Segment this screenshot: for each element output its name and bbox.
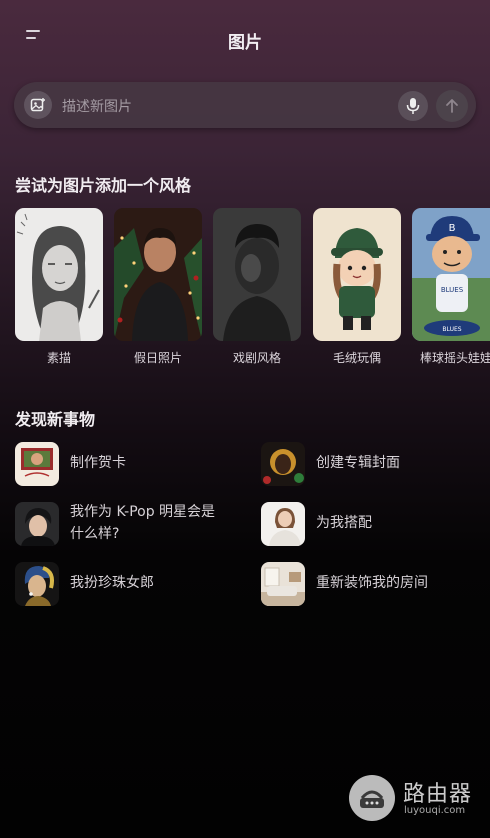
watermark-text: 路由器 <box>403 782 473 807</box>
album-cover-thumb <box>261 442 305 486</box>
discover-label-outfit: 为我搭配 <box>316 515 372 531</box>
style-card-dramatic[interactable] <box>213 208 301 341</box>
watermark: 路由器 luyouqi.com <box>349 775 477 821</box>
sketch-portrait-image <box>15 208 103 341</box>
discover-label-kpop-line2: 什么样? <box>70 526 120 542</box>
svg-text:B: B <box>449 223 456 234</box>
style-label-holiday: 假日照片 <box>133 351 182 365</box>
discover-label-greeting-card: 制作贺卡 <box>70 455 126 471</box>
discover-item-kpop[interactable]: 我作为 K-Pop 明星会是 什么样? <box>15 500 245 546</box>
pearl-earring-thumb <box>15 562 59 606</box>
greeting-card-thumb <box>15 442 59 486</box>
discover-item-redecorate[interactable]: 重新装饰我的房间 <box>261 560 476 606</box>
style-card-sketch[interactable] <box>15 208 103 341</box>
holiday-photo-image <box>114 208 202 341</box>
image-add-button[interactable] <box>24 91 52 119</box>
discover-label-redecorate: 重新装饰我的房间 <box>316 575 428 591</box>
redecorate-thumb <box>261 562 305 606</box>
discover-item-pearl-earring[interactable]: 我扮珍珠女郎 <box>15 560 245 606</box>
discover-label-album-cover: 创建专辑封面 <box>316 455 400 471</box>
style-label-sketch: 素描 <box>46 351 71 365</box>
bobblehead-image: B BLUES BLUES <box>412 208 490 341</box>
watermark-subtext: luyouqi.com <box>404 805 466 816</box>
plush-toy-image <box>313 208 401 341</box>
style-label-bobblehead: 棒球摇头娃娃 <box>420 351 490 365</box>
svg-text:BLUES: BLUES <box>442 326 461 333</box>
prompt-input[interactable]: 描述新图片 <box>62 96 132 116</box>
prompt-bar[interactable]: 描述新图片 <box>14 82 476 128</box>
send-button[interactable] <box>436 90 468 122</box>
style-label-plush: 毛绒玩偶 <box>332 351 381 365</box>
style-label-dramatic: 戏剧风格 <box>232 351 281 365</box>
styles-section-title: 尝试为图片添加一个风格 <box>15 176 192 195</box>
mic-button[interactable] <box>398 91 428 121</box>
discover-section-title: 发现新事物 <box>15 410 96 429</box>
discover-item-outfit[interactable]: 为我搭配 <box>261 500 476 546</box>
style-card-holiday[interactable] <box>114 208 202 341</box>
kpop-thumb <box>15 502 59 546</box>
router-logo-icon <box>349 775 395 821</box>
mic-icon <box>406 98 420 114</box>
outfit-thumb <box>261 502 305 546</box>
discover-label-pearl-earring: 我扮珍珠女郎 <box>70 575 154 591</box>
arrow-up-icon <box>446 99 458 113</box>
style-card-plush[interactable] <box>313 208 401 341</box>
svg-text:BLUES: BLUES <box>441 286 464 294</box>
discover-label-kpop-line1: 我作为 K-Pop 明星会是 <box>70 504 216 520</box>
discover-item-album-cover[interactable]: 创建专辑封面 <box>261 440 476 486</box>
dramatic-portrait-image <box>213 208 301 341</box>
style-card-bobblehead[interactable]: B BLUES BLUES <box>412 208 490 341</box>
discover-item-greeting-card[interactable]: 制作贺卡 <box>15 440 245 486</box>
image-add-icon <box>30 98 45 112</box>
page-title: 图片 <box>228 33 262 53</box>
